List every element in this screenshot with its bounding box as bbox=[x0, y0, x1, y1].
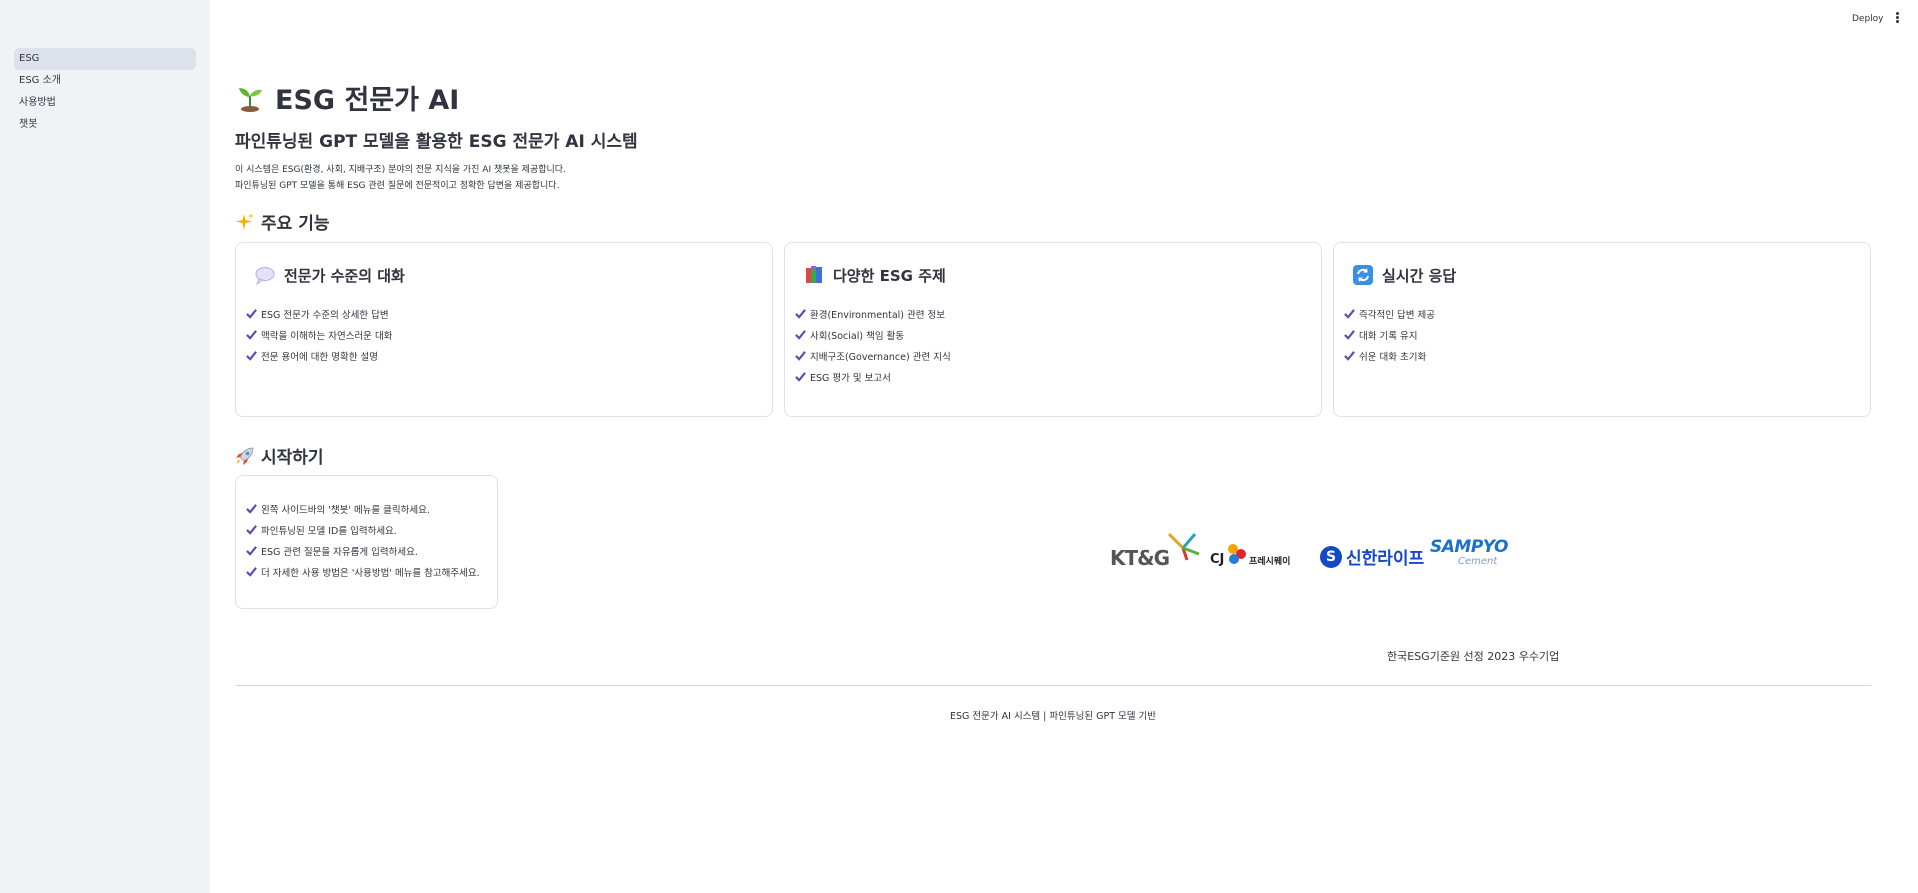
cj-mark-icon bbox=[1228, 544, 1246, 564]
check-icon bbox=[246, 546, 257, 556]
check-icon bbox=[246, 525, 257, 535]
card-title: 실시간 응답 bbox=[1382, 266, 1457, 285]
list-item: 대화 기록 유지 bbox=[1344, 324, 1435, 345]
list-item: 사회(Social) 책임 활동 bbox=[795, 324, 951, 345]
list-item: ESG 평가 및 보고서 bbox=[795, 366, 951, 387]
sparkles-icon bbox=[235, 212, 255, 232]
check-icon bbox=[1344, 309, 1355, 319]
feature-card-realtime: 실시간 응답 즉각적인 답변 제공 대화 기록 유지 쉬운 대화 초기화 bbox=[1333, 242, 1871, 417]
list-item: 맥락을 이해하는 자연스러운 대화 bbox=[246, 324, 392, 345]
list-item: ESG 관련 질문을 자유롭게 입력하세요. bbox=[246, 540, 480, 561]
shinhan-mark-icon: S bbox=[1320, 545, 1342, 568]
page-title-text: ESG 전문가 AI bbox=[275, 84, 460, 116]
speech-bubble-icon bbox=[254, 264, 276, 286]
list-item-text: 환경(Environmental) 관련 정보 bbox=[810, 309, 946, 321]
getting-started-heading: 시작하기 bbox=[235, 443, 324, 468]
main-content: ESG 전문가 AI 파인튜닝된 GPT 모델을 활용한 ESG 전문가 AI … bbox=[235, 0, 1871, 893]
list-item-text: 더 자세한 사용 방법은 '사용방법' 메뉴를 참고해주세요. bbox=[261, 567, 480, 579]
list-item-text: ESG 평가 및 보고서 bbox=[810, 372, 891, 384]
features-heading-text: 주요 기능 bbox=[261, 214, 330, 234]
page-subtitle: 파인튜닝된 GPT 모델을 활용한 ESG 전문가 AI 시스템 bbox=[235, 132, 638, 152]
list-item: 지배구조(Governance) 관련 지식 bbox=[795, 345, 951, 366]
refresh-icon bbox=[1352, 264, 1374, 286]
shinhan-life-logo: S 신한라이프 bbox=[1320, 544, 1424, 569]
list-item: 즉각적인 답변 제공 bbox=[1344, 303, 1435, 324]
feature-card-topics: 다양한 ESG 주제 환경(Environmental) 관련 정보 사회(So… bbox=[784, 242, 1322, 417]
list-item-text: 지배구조(Governance) 관련 지식 bbox=[810, 351, 951, 363]
check-icon bbox=[795, 351, 806, 361]
getting-started-heading-text: 시작하기 bbox=[261, 448, 324, 468]
sampyo-cement-logo: SAMPYO Cement bbox=[1430, 537, 1508, 567]
page-description: 이 시스템은 ESG(환경, 사회, 지배구조) 분야의 전문 지식을 가진 A… bbox=[235, 162, 566, 194]
card-title: 다양한 ESG 주제 bbox=[833, 266, 946, 285]
description-line: 파인튜닝된 GPT 모델을 통해 ESG 관련 질문에 전문적이고 정확한 답변… bbox=[235, 181, 560, 191]
list-item: 전문 용어에 대한 명확한 설명 bbox=[246, 345, 392, 366]
list-item-text: 사회(Social) 책임 활동 bbox=[810, 330, 905, 342]
list-item: 더 자세한 사용 방법은 '사용방법' 메뉴를 참고해주세요. bbox=[246, 561, 480, 582]
list-item: 왼쪽 사이드바의 '챗봇' 메뉴를 클릭하세요. bbox=[246, 498, 480, 519]
footer-text: ESG 전문가 AI 시스템 | 파인튜닝된 GPT 모델 기반 bbox=[949, 711, 1157, 722]
check-icon bbox=[246, 504, 257, 514]
check-icon bbox=[1344, 330, 1355, 340]
sidebar-item-usage[interactable]: 사용방법 bbox=[14, 92, 196, 114]
list-item: ESG 전문가 수준의 상세한 답변 bbox=[246, 303, 392, 324]
check-icon bbox=[246, 309, 257, 319]
rocket-icon bbox=[235, 446, 255, 466]
feature-list: 환경(Environmental) 관련 정보 사회(Social) 책임 활동… bbox=[795, 303, 951, 387]
list-item: 파인튜닝된 모델 ID를 입력하세요. bbox=[246, 519, 480, 540]
sidebar: ESG ESG 소개 사용방법 챗봇 bbox=[0, 0, 210, 893]
list-item: 환경(Environmental) 관련 정보 bbox=[795, 303, 951, 324]
check-icon bbox=[246, 351, 257, 361]
feature-list: 즉각적인 답변 제공 대화 기록 유지 쉬운 대화 초기화 bbox=[1344, 303, 1435, 366]
card-header: 실시간 응답 bbox=[1352, 264, 1456, 286]
feature-card-expert: 전문가 수준의 대화 ESG 전문가 수준의 상세한 답변 맥락을 이해하는 자… bbox=[235, 242, 773, 417]
check-icon bbox=[246, 330, 257, 340]
check-icon bbox=[795, 309, 806, 319]
list-item-text: ESG 관련 질문을 자유롭게 입력하세요. bbox=[261, 546, 418, 558]
shinhan-logo-text: 신한라이프 bbox=[1346, 549, 1425, 569]
sampyo-logo-text: SAMPYO bbox=[1430, 537, 1508, 557]
description-line: 이 시스템은 ESG(환경, 사회, 지배구조) 분야의 전문 지식을 가진 A… bbox=[235, 165, 566, 175]
cj-logo-text: 프레시웨이 bbox=[1249, 557, 1291, 567]
steps-list: 왼쪽 사이드바의 '챗봇' 메뉴를 클릭하세요. 파인튜닝된 모델 ID를 입력… bbox=[246, 498, 480, 582]
check-icon bbox=[1344, 351, 1355, 361]
list-item-text: 대화 기록 유지 bbox=[1359, 330, 1418, 342]
page-title: ESG 전문가 AI bbox=[235, 80, 460, 116]
check-icon bbox=[246, 567, 257, 577]
cj-logo-mark-text: CJ bbox=[1210, 552, 1225, 567]
features-heading: 주요 기능 bbox=[235, 209, 329, 234]
check-icon bbox=[795, 372, 806, 382]
sidebar-item-esg[interactable]: ESG bbox=[14, 48, 196, 70]
list-item-text: 왼쪽 사이드바의 '챗봇' 메뉴를 클릭하세요. bbox=[261, 504, 430, 516]
logos-caption: 한국ESG기준원 선정 2023 우수기업 bbox=[1387, 650, 1560, 663]
check-icon bbox=[795, 330, 806, 340]
sidebar-nav: ESG ESG 소개 사용방법 챗봇 bbox=[14, 48, 196, 136]
card-header: 전문가 수준의 대화 bbox=[254, 264, 405, 286]
list-item-text: 쉬운 대화 초기화 bbox=[1359, 351, 1427, 363]
more-menu-icon[interactable] bbox=[1892, 11, 1902, 25]
list-item-text: ESG 전문가 수준의 상세한 답변 bbox=[261, 309, 389, 321]
partner-logos: KT&G CJ 프레시웨이 S 신한라이프 SAMPYO Cement bbox=[1110, 530, 1520, 578]
sampyo-logo-subtext: Cement bbox=[1458, 556, 1498, 567]
ktng-logo-text: KT&G bbox=[1110, 546, 1170, 570]
card-header: 다양한 ESG 주제 bbox=[803, 264, 946, 286]
seedling-icon bbox=[235, 82, 265, 112]
list-item-text: 파인튜닝된 모델 ID를 입력하세요. bbox=[261, 525, 397, 537]
books-icon bbox=[803, 264, 825, 286]
sidebar-item-esg-intro[interactable]: ESG 소개 bbox=[14, 70, 196, 92]
getting-started-card: 왼쪽 사이드바의 '챗봇' 메뉴를 클릭하세요. 파인튜닝된 모델 ID를 입력… bbox=[235, 475, 498, 609]
list-item: 쉬운 대화 초기화 bbox=[1344, 345, 1435, 366]
feature-list: ESG 전문가 수준의 상세한 답변 맥락을 이해하는 자연스러운 대화 전문 … bbox=[246, 303, 392, 366]
ktng-mark-icon bbox=[1167, 532, 1200, 561]
list-item-text: 맥락을 이해하는 자연스러운 대화 bbox=[261, 330, 393, 342]
footer-divider bbox=[235, 685, 1871, 686]
list-item-text: 즉각적인 답변 제공 bbox=[1359, 309, 1435, 321]
list-item-text: 전문 용어에 대한 명확한 설명 bbox=[261, 351, 378, 363]
sidebar-item-chatbot[interactable]: 챗봇 bbox=[14, 114, 196, 136]
card-title: 전문가 수준의 대화 bbox=[284, 266, 405, 285]
